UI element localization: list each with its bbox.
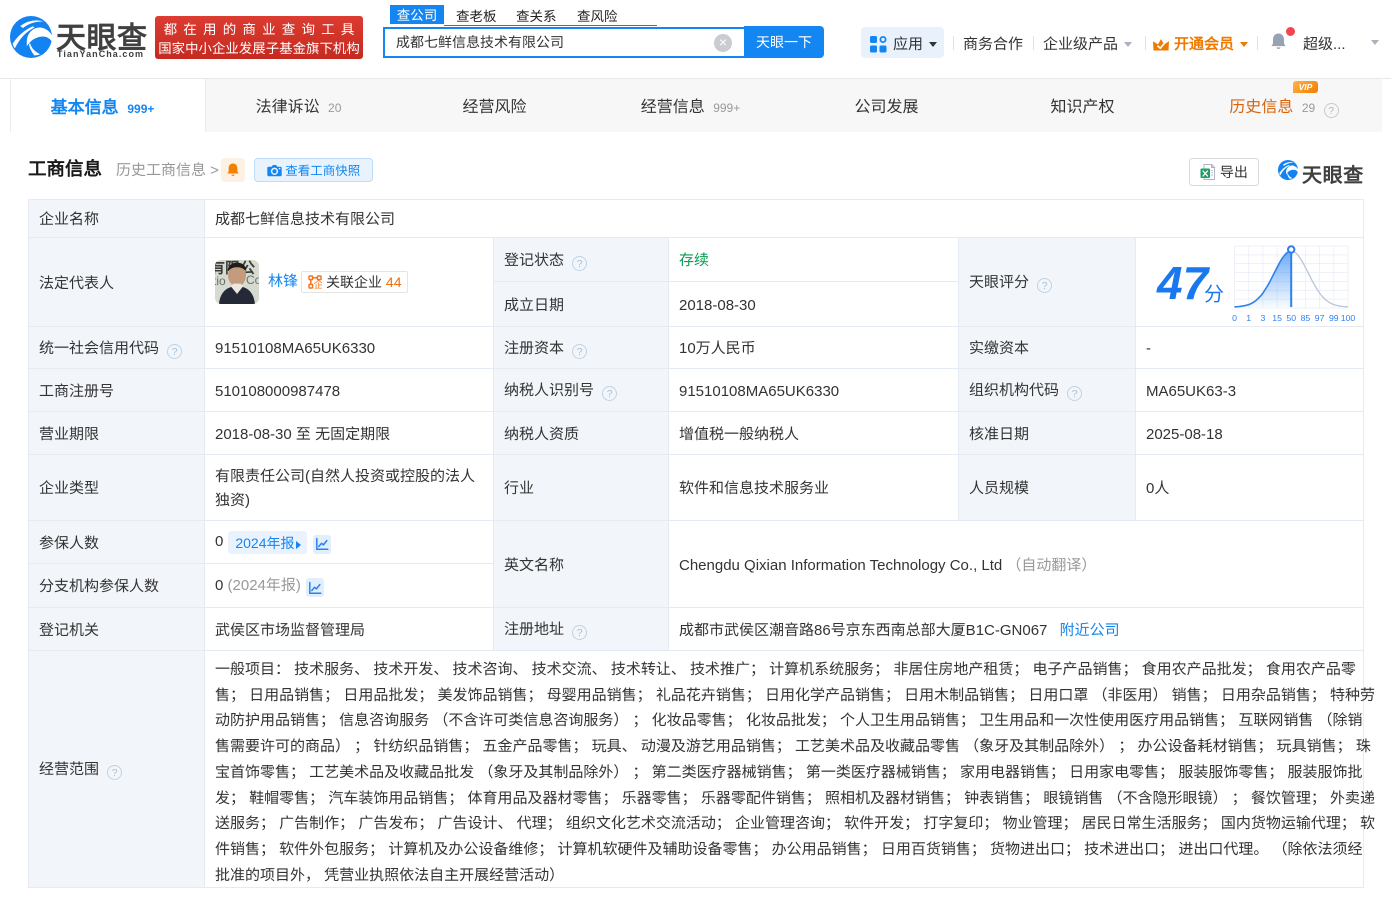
svg-text:99: 99 (1329, 313, 1339, 323)
svg-text:Co: Co (246, 273, 259, 287)
svg-text:50: 50 (1286, 313, 1296, 323)
svg-text:1: 1 (1246, 313, 1251, 323)
svg-text:85: 85 (1301, 313, 1311, 323)
svg-text:15: 15 (1272, 313, 1282, 323)
svg-text:0: 0 (1232, 313, 1237, 323)
svg-text:企: 企 (314, 276, 322, 289)
svg-text:3: 3 (1260, 313, 1265, 323)
svg-text:tio: tio (215, 274, 226, 288)
svg-text:100: 100 (1341, 313, 1356, 323)
svg-text:97: 97 (1315, 313, 1325, 323)
